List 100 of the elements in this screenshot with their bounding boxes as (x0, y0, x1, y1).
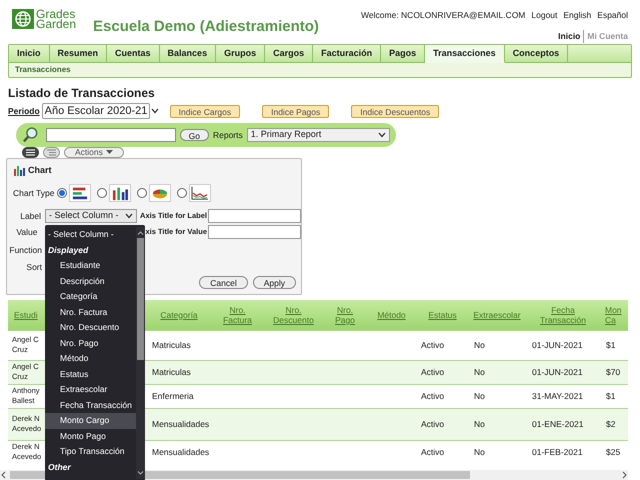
line-chart-icon (189, 184, 212, 202)
nav-tab[interactable]: Facturación (313, 45, 382, 63)
index-button[interactable]: Indice Descuentos (351, 104, 440, 118)
menu-item[interactable]: Monto Pago (45, 428, 136, 444)
column-header[interactable]: Nro. Factura (210, 300, 265, 330)
go-button[interactable]: Go (180, 129, 209, 141)
table-cell: 01-FEB-2021 (524, 440, 602, 464)
list-icon (26, 148, 35, 156)
panel-button[interactable]: Apply (252, 276, 296, 289)
nav-tab[interactable]: Resumen (50, 45, 108, 63)
header-link[interactable]: Logout (531, 9, 558, 22)
menu-item[interactable]: Tipo Transacción (45, 444, 136, 460)
reports-label: Reports (212, 128, 243, 142)
account-link[interactable]: Inicio (558, 30, 580, 42)
menu-item[interactable]: Nro. Pago (45, 336, 136, 351)
menu-group-label: Displayed (47, 244, 90, 257)
index-button[interactable]: Indice Cargos (170, 104, 240, 118)
search-icon[interactable] (22, 126, 40, 144)
scroll-up-icon (137, 230, 144, 236)
axis-title-field[interactable] (208, 209, 301, 223)
table-cell: 01-ENE-2021 (524, 408, 602, 440)
nav-tab[interactable]: Inicio (9, 45, 50, 63)
caret-icon (125, 213, 134, 219)
label-select[interactable]: - Select Column - (45, 209, 138, 223)
menu-item[interactable]: - Select Column - (45, 227, 136, 242)
index-button[interactable]: Indice Pagos (262, 104, 330, 118)
menu-item[interactable]: Categoría (45, 289, 136, 304)
actions-button[interactable]: Actions (64, 146, 124, 158)
table-cell: No (470, 384, 524, 408)
table-cell: 01-JUN-2021 (524, 330, 602, 360)
table-cell: 01-JUN-2021 (524, 360, 602, 384)
table-cell: 31-MAY-2021 (524, 384, 602, 408)
menu-item[interactable]: Monto Cargo (45, 413, 136, 428)
column-header[interactable]: Nro. Descuento (265, 300, 322, 330)
nav-tab[interactable]: Transacciones (425, 45, 505, 63)
header-link[interactable]: English (563, 9, 592, 22)
chart-type-label: Chart Type (13, 186, 54, 200)
table-cell: $1 (602, 384, 628, 408)
report-select[interactable]: 1. Primary Report (246, 128, 390, 142)
table-cell: No (470, 360, 524, 384)
column-header[interactable]: Mon Ca (602, 300, 628, 330)
menu-item[interactable]: Nro. Descuento (45, 320, 136, 336)
table-cell: $2 (602, 408, 628, 440)
detail-view-icon (47, 148, 56, 156)
column-header[interactable]: Fecha Transacción (524, 300, 602, 330)
subnav-link[interactable]: Transacciones (15, 64, 71, 76)
field-label: Label (19, 210, 42, 222)
pie-chart-icon (149, 184, 172, 202)
table-cell: Matriculas (148, 360, 210, 384)
field-label: Function (8, 244, 42, 256)
table-cell: Activo (415, 384, 470, 408)
table-cell: Matriculas (148, 330, 210, 360)
scroll-down-icon (137, 470, 144, 476)
search-field[interactable] (46, 128, 176, 142)
nav-tab[interactable]: Grupos (216, 45, 266, 63)
table-cell: Activo (415, 330, 470, 360)
radio-button[interactable] (97, 188, 108, 198)
nav-tab[interactable]: Conceptos (504, 45, 568, 63)
table-cell: Activo (415, 360, 470, 384)
scrollbar[interactable] (136, 227, 146, 479)
globe-logo-icon (12, 9, 34, 29)
caret-icon (106, 150, 113, 154)
table-cell: Enfermeria (148, 384, 210, 408)
horizontal-bar-chart-icon (69, 184, 92, 202)
menu-item[interactable]: Extraescolar (45, 382, 136, 398)
period-link[interactable]: Periodo (8, 104, 40, 118)
menu-item[interactable]: Estudiante (45, 258, 136, 274)
radio-button[interactable] (137, 188, 148, 198)
table-cell: $25 (602, 440, 628, 464)
radio-button[interactable] (57, 188, 68, 198)
logo-text: Garden (36, 19, 76, 29)
radio-button[interactable] (177, 188, 188, 198)
header-link[interactable]: Español (597, 9, 628, 22)
school-title: Escuela Demo (Adiestramiento) (93, 17, 319, 37)
table-cell: Mensualidades (148, 408, 210, 440)
axis-title-field[interactable] (208, 225, 301, 239)
scroll-left-icon (0, 471, 8, 479)
menu-item[interactable]: Método (45, 351, 136, 366)
table-cell: Mensualidades (148, 440, 210, 464)
nav-tab[interactable]: Cargos (265, 45, 314, 63)
panel-button[interactable]: Cancel (199, 276, 248, 289)
menu-item[interactable]: Nro. Factura (45, 304, 136, 320)
menu-item[interactable]: Estatus (45, 366, 136, 382)
scroll-right-icon (620, 471, 628, 479)
table-cell: $1 (602, 330, 628, 360)
list-view-button[interactable] (22, 146, 39, 158)
field-label: Value (15, 226, 38, 238)
bar-chart-icon (109, 184, 132, 202)
nav-tab[interactable]: Cuentas (107, 45, 160, 63)
nav-tab[interactable]: Balances (160, 45, 216, 63)
chart-icon (13, 165, 25, 176)
field-label: Sort (25, 260, 42, 274)
logo-text: Grades (36, 9, 76, 19)
page-title: Listado de Transacciones (8, 86, 156, 100)
table-cell: $70 (602, 360, 628, 384)
menu-item[interactable]: Descripción (45, 274, 136, 289)
panel-title: Chart (28, 164, 52, 177)
column-header[interactable]: Nro. Pago (322, 300, 368, 330)
menu-item[interactable]: Fecha Transacción (45, 398, 136, 413)
table-cell: No (470, 440, 524, 464)
